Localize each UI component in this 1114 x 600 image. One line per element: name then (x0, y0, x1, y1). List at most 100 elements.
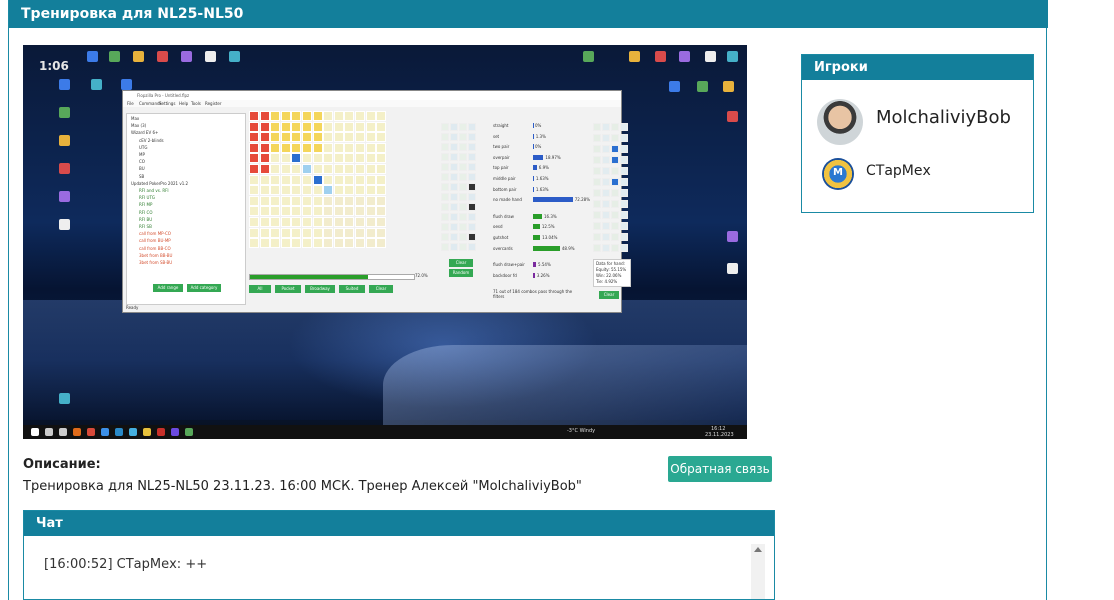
dead-card[interactable] (593, 200, 601, 208)
board-card[interactable] (450, 123, 458, 131)
hand-cell[interactable] (344, 174, 355, 185)
hand-cell[interactable] (355, 174, 365, 185)
hand-cell[interactable] (280, 195, 291, 206)
dead-card[interactable] (602, 233, 610, 241)
select-broadway-button[interactable]: Broadway (305, 285, 335, 293)
hand-cell[interactable] (291, 111, 302, 121)
hand-cell[interactable] (365, 185, 376, 196)
desktop-shortcut-icon[interactable] (53, 219, 75, 231)
hand-cell[interactable] (291, 174, 302, 185)
board-card[interactable] (468, 123, 476, 131)
hand-cell[interactable] (270, 238, 281, 249)
dead-card[interactable] (593, 178, 601, 186)
dead-card[interactable] (620, 189, 628, 197)
hand-cell[interactable] (280, 238, 291, 249)
desktop-shortcut-icon[interactable] (699, 51, 721, 63)
hand-cell[interactable] (259, 111, 270, 121)
hand-cell[interactable] (355, 217, 365, 227)
select-suited-button[interactable]: Suited (339, 285, 365, 293)
hand-cell[interactable] (270, 185, 281, 196)
menu-settings[interactable]: Settings (159, 101, 175, 106)
hand-cell[interactable] (323, 238, 334, 249)
desktop-shortcut-icon[interactable] (81, 51, 103, 63)
tree-item[interactable]: cEV 2-blinds (139, 138, 164, 143)
hand-cell[interactable] (270, 217, 281, 227)
hand-range-grid[interactable] (249, 111, 389, 257)
board-card[interactable] (450, 243, 458, 251)
menu-help[interactable]: Help (179, 101, 188, 106)
dead-card[interactable] (593, 156, 601, 164)
desktop-shortcut-icon[interactable] (717, 81, 739, 93)
hand-cell[interactable] (302, 174, 312, 185)
dead-card[interactable] (593, 211, 601, 219)
hand-cell[interactable] (355, 185, 365, 196)
taskbar-app-icon[interactable] (73, 428, 81, 436)
hand-cell[interactable] (365, 164, 376, 174)
desktop-shortcut-icon[interactable] (721, 231, 743, 243)
board-card[interactable] (441, 183, 449, 191)
hand-cell[interactable] (259, 174, 270, 185)
hand-cell[interactable] (376, 217, 387, 227)
tree-item[interactable]: 3bet from SB-BU (139, 260, 172, 265)
hand-cell[interactable] (333, 217, 344, 227)
tree-item[interactable]: CO (139, 159, 145, 164)
hand-cell[interactable] (323, 174, 334, 185)
dead-card[interactable] (593, 123, 601, 131)
board-card[interactable] (450, 213, 458, 221)
hand-cell[interactable] (259, 238, 270, 249)
hand-cell[interactable] (291, 132, 302, 143)
dead-card[interactable] (602, 134, 610, 142)
hand-cell[interactable] (355, 195, 365, 206)
board-card[interactable] (450, 193, 458, 201)
board-card[interactable] (450, 183, 458, 191)
hand-cell[interactable] (280, 142, 291, 153)
hand-cell[interactable] (249, 132, 259, 143)
tree-item[interactable]: Max (131, 116, 139, 121)
board-card[interactable] (459, 243, 467, 251)
hand-cell[interactable] (249, 227, 259, 238)
desktop-shortcut-icon[interactable] (103, 51, 125, 63)
hand-cell[interactable] (323, 132, 334, 143)
hand-cell[interactable] (302, 142, 312, 153)
hand-cell[interactable] (291, 185, 302, 196)
hand-cell[interactable] (333, 185, 344, 196)
dead-card[interactable] (611, 244, 619, 252)
hand-cell[interactable] (270, 121, 281, 132)
board-card[interactable] (441, 123, 449, 131)
hand-cell[interactable] (270, 142, 281, 153)
hand-cell[interactable] (270, 206, 281, 217)
board-card[interactable] (468, 183, 476, 191)
feedback-button[interactable]: Обратная связь (668, 456, 772, 482)
board-card[interactable] (468, 203, 476, 211)
desktop-shortcut-icon[interactable] (673, 51, 695, 63)
tree-item[interactable]: Wizard EV 6+ (131, 130, 158, 135)
board-card[interactable] (468, 213, 476, 221)
hand-cell[interactable] (333, 111, 344, 121)
dead-card[interactable] (593, 167, 601, 175)
hand-cell[interactable] (333, 195, 344, 206)
scroll-up-icon[interactable] (754, 547, 762, 552)
hand-cell[interactable] (249, 142, 259, 153)
hand-cell[interactable] (323, 217, 334, 227)
hand-cell[interactable] (302, 185, 312, 196)
hand-cell[interactable] (376, 164, 387, 174)
hand-cell[interactable] (249, 174, 259, 185)
desktop-shortcut-icon[interactable] (663, 81, 685, 93)
hand-cell[interactable] (344, 195, 355, 206)
dead-card[interactable] (611, 211, 619, 219)
tree-item[interactable]: RFI MP (139, 202, 152, 207)
board-card[interactable] (441, 143, 449, 151)
select-all-button[interactable]: All (249, 285, 271, 293)
hand-cell[interactable] (365, 121, 376, 132)
hand-cell[interactable] (312, 206, 323, 217)
taskbar-app-icon[interactable] (45, 428, 53, 436)
menu-file[interactable]: File (127, 101, 134, 106)
hand-cell[interactable] (355, 132, 365, 143)
tree-item[interactable]: call from BB-CO (139, 246, 171, 251)
menu-register[interactable]: Register (205, 101, 221, 106)
dead-card[interactable] (602, 167, 610, 175)
hand-cell[interactable] (259, 227, 270, 238)
hand-cell[interactable] (249, 195, 259, 206)
hand-cell[interactable] (376, 121, 387, 132)
tree-item[interactable]: UTG (139, 145, 147, 150)
